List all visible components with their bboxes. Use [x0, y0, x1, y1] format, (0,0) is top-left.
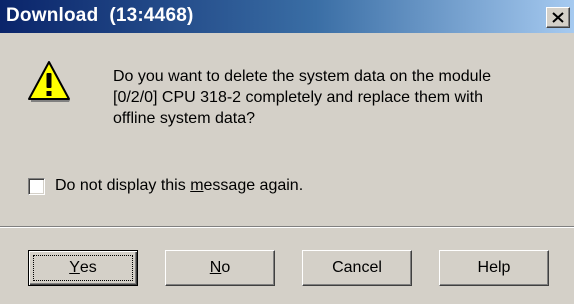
do-not-display-checkbox[interactable] — [28, 177, 45, 195]
checkbox-label-mnemonic: m — [190, 177, 204, 194]
checkbox-label-post: essage again. — [203, 177, 304, 194]
focus-rect — [33, 255, 133, 281]
warning-icon — [28, 61, 70, 102]
window-title: Download (13:4468) — [6, 5, 194, 26]
yes-button[interactable]: Yes — [28, 250, 138, 286]
no-button[interactable]: No — [165, 250, 275, 286]
no-label-rest: o — [221, 259, 231, 276]
do-not-display-checkbox-row[interactable]: Do not display this message again. — [28, 176, 303, 196]
help-button[interactable]: Help — [439, 250, 549, 286]
close-button[interactable] — [546, 7, 570, 28]
help-label: Help — [477, 259, 511, 276]
close-icon — [552, 12, 564, 23]
cancel-label: Cancel — [332, 259, 382, 276]
download-dialog: Download (13:4468) Do you want to delete… — [0, 0, 574, 304]
message-text: Do you want to delete the system data on… — [113, 68, 492, 127]
checkbox-label[interactable]: Do not display this message again. — [55, 177, 303, 195]
title-bar[interactable]: Download (13:4468) — [0, 0, 574, 33]
no-mnemonic: N — [209, 259, 222, 276]
cancel-button[interactable]: Cancel — [302, 250, 412, 286]
checkbox-label-pre: Do not display this — [55, 177, 191, 194]
separator-line — [0, 226, 574, 228]
